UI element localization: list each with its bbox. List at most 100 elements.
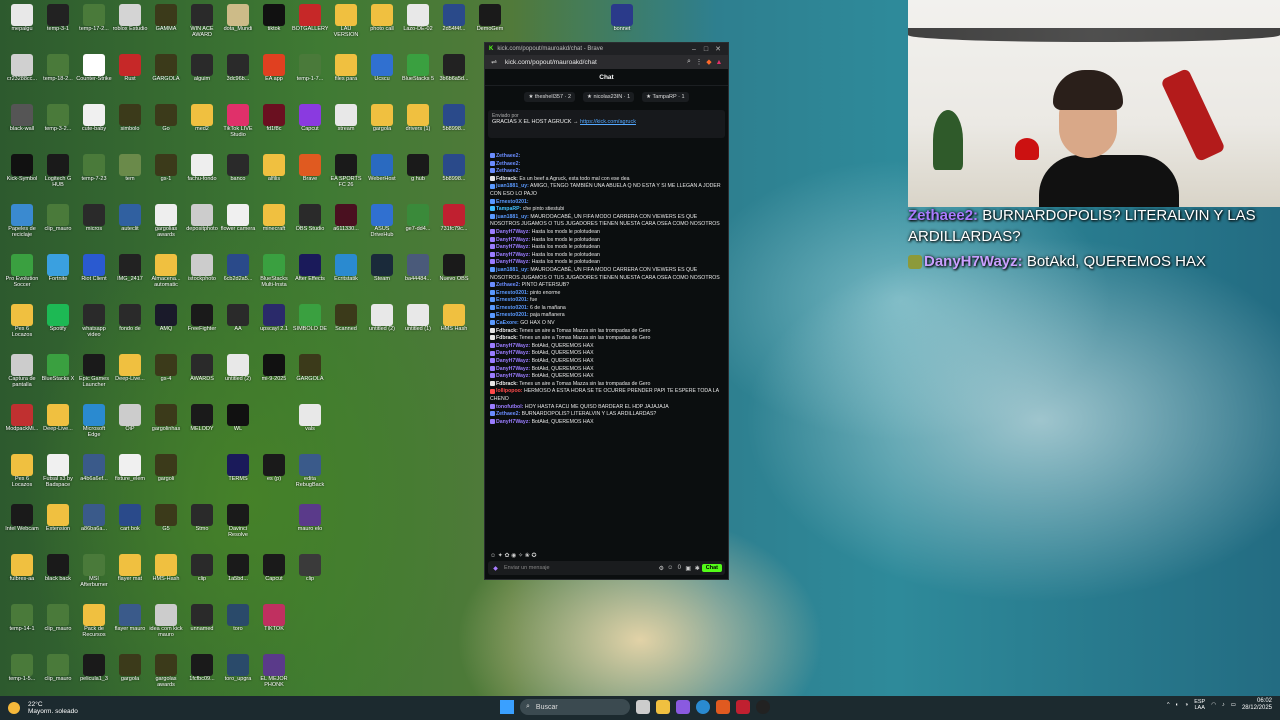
desktop-icon[interactable]: alfilis	[256, 154, 292, 188]
desktop-icon[interactable]: AWARDS	[184, 354, 220, 388]
desktop-icon[interactable]: whatsapp video	[76, 304, 112, 338]
desktop-icon[interactable]: banco	[220, 154, 256, 188]
zoom-icon[interactable]: ⌕	[684, 58, 694, 66]
minimize-icon[interactable]: –	[688, 46, 700, 53]
desktop-icon[interactable]: Brave	[292, 154, 328, 188]
chat-message[interactable]: Ernesto0201: pinto enorme	[485, 290, 726, 298]
brave-rewards-icon[interactable]: ▲	[714, 59, 724, 66]
desktop-icon[interactable]: Fortnite	[40, 254, 76, 288]
url-text[interactable]: kick.com/popout/mauroakd/chat	[505, 59, 684, 66]
desktop-icon[interactable]: Deep-Live...	[112, 354, 148, 388]
desktop-icon[interactable]: temp-3-1	[40, 4, 76, 38]
share-icon[interactable]: ⋮	[694, 58, 704, 66]
desktop-icon[interactable]: dota_Mundi	[220, 4, 256, 38]
chat-message[interactable]: TampaRP: che pinto stiestubi	[485, 206, 726, 214]
desktop-icon[interactable]: Futsal s3 by Badspace	[40, 454, 76, 488]
desktop-icon[interactable]: 1a5bd...	[220, 554, 256, 588]
chat-message[interactable]: Fdbrack: Tenes un aire a Tomas Mazza sin…	[485, 335, 726, 343]
chat-username[interactable]: juan1881_uy:	[496, 267, 529, 273]
desktop-icon[interactable]: FreeFighter	[184, 304, 220, 338]
chat-message[interactable]: Ernesto0201: paja mañanera	[485, 312, 726, 320]
chat-username[interactable]: Zethaee2:	[496, 168, 520, 174]
desktop-icon[interactable]: 3b6b6a5d...	[436, 54, 472, 88]
desktop-icon[interactable]: MSI Afterburner	[76, 554, 112, 588]
chat-message[interactable]: Fdbrack: Tenes un aire a Tomas Mazza sin…	[485, 381, 726, 389]
chat-username[interactable]: Fdbrack:	[496, 176, 518, 182]
desktop-icon[interactable]: bonnet	[604, 4, 640, 38]
chat-message[interactable]: DanyH7Wayz: Hasta los mods le polotudean	[485, 259, 726, 267]
desktop-icon[interactable]: fixture_elem	[112, 454, 148, 488]
desktop-icon[interactable]: untitled (2)	[220, 354, 256, 388]
desktop-icon[interactable]: g hub	[400, 154, 436, 188]
chat-message[interactable]: Zethaee2:	[485, 161, 726, 169]
desktop-icon[interactable]: cute-baby	[76, 104, 112, 138]
gear-icon[interactable]: ✱	[693, 565, 702, 572]
chat-message[interactable]: juan1881_uy: MAUROOACABÉ, UN FIFA MODO C…	[485, 267, 726, 282]
desktop-icon[interactable]: OiP	[112, 404, 148, 438]
chat-message[interactable]: Ernesto0201: 6 de la mañana	[485, 305, 726, 313]
chat-message[interactable]: DanyH7Wayz: BotAkd, QUEREMOS HAX	[485, 343, 726, 351]
desktop-icon[interactable]: temp-14-1	[4, 604, 40, 638]
desktop-icon[interactable]: tem	[112, 154, 148, 188]
desktop-icon[interactable]: Deep-Live...	[40, 404, 76, 438]
desktop-icon[interactable]: Capcut	[256, 554, 292, 588]
chat-username[interactable]: Ernesto0201:	[496, 312, 529, 318]
desktop-icon[interactable]: WeberHost	[364, 154, 400, 188]
chat-username[interactable]: CaExore:	[496, 320, 519, 326]
desktop-icon[interactable]: files para	[328, 54, 364, 88]
volume-icon[interactable]: ◑	[1185, 702, 1188, 708]
desktop-icon[interactable]: GARGOLA	[292, 354, 328, 388]
desktop-icon[interactable]: Rust	[112, 54, 148, 88]
desktop-icon[interactable]: a611330...	[328, 204, 364, 238]
wifi-icon[interactable]: ◠	[1211, 702, 1216, 708]
desktop-icon[interactable]: fulbres-aa	[4, 554, 40, 588]
desktop-icon[interactable]: pelicula1_3	[76, 654, 112, 688]
chat-message[interactable]: juan1881_uy: MAUROOACABÉ, UN FIFA MODO C…	[485, 214, 726, 229]
chat-username[interactable]: Ernesto0201:	[496, 290, 529, 296]
maximize-icon[interactable]: □	[700, 46, 712, 53]
desktop-icon[interactable]: alguim	[184, 54, 220, 88]
desktop-icon[interactable]: flayer mat	[112, 554, 148, 588]
chat-username[interactable]: DanyH7Wayz:	[496, 358, 530, 364]
chat-username[interactable]: juan1881_uy:	[496, 214, 529, 220]
desktop-icon[interactable]: Stmo	[184, 504, 220, 538]
desktop-icon[interactable]: Pes 6 Locazos	[4, 454, 40, 488]
desktop-icon[interactable]: cart bok	[112, 504, 148, 538]
desktop-icon[interactable]: untitled (2)	[364, 304, 400, 338]
chat-username[interactable]: Zethaee2:	[496, 153, 520, 159]
desktop-icon[interactable]: BOTGALLERY	[292, 4, 328, 38]
desktop-icon[interactable]: Papeles de reciclaje	[4, 204, 40, 238]
desktop-icon[interactable]: gs-4	[148, 354, 184, 388]
desktop-icon[interactable]: fd1f8c	[256, 104, 292, 138]
desktop-icon[interactable]: temp-7-23	[76, 154, 112, 188]
clock[interactable]: 06:02 28/12/2025	[1242, 698, 1272, 712]
chat-username[interactable]: Ernesto0201:	[496, 305, 529, 311]
site-settings-icon[interactable]: ⇌	[489, 58, 499, 66]
desktop-icon[interactable]: temp-18-2...	[40, 54, 76, 88]
chat-username[interactable]: TampaRP:	[496, 206, 521, 212]
desktop-icon[interactable]: clip_mauro	[40, 604, 76, 638]
desktop-icon[interactable]: 5b8998...	[436, 104, 472, 138]
task-view-icon[interactable]	[636, 700, 650, 714]
desktop-icon[interactable]: 2d54f4f...	[436, 4, 472, 38]
desktop-icon[interactable]: DemoGem	[472, 4, 508, 38]
network-icon[interactable]: ◐	[1176, 702, 1179, 708]
chat-username[interactable]: Zethaee2:	[496, 411, 520, 417]
desktop-icon[interactable]: clip_mauro	[40, 654, 76, 688]
desktop-icon[interactable]: gargoli	[148, 454, 184, 488]
desktop-icon[interactable]: Captura de pantalla	[4, 354, 40, 388]
windows-start-icon[interactable]	[500, 700, 514, 714]
desktop-icon[interactable]: Spotify	[40, 304, 76, 338]
chat-username[interactable]: Fdbrack:	[496, 328, 518, 334]
desktop-icon[interactable]: untitled (1)	[400, 304, 436, 338]
chat-username[interactable]: tonofutbol:	[496, 404, 523, 410]
desktop-icon[interactable]: ba44484...	[400, 254, 436, 288]
speaker-icon[interactable]: ♪	[1222, 702, 1225, 708]
chat-username[interactable]: DanyH7Wayz:	[496, 366, 530, 372]
desktop-icon[interactable]: edita RebugBack	[292, 454, 328, 488]
desktop-icon[interactable]: SIMBOLO DE	[292, 304, 328, 338]
desktop-icon[interactable]: drivers (1)	[400, 104, 436, 138]
chat-message[interactable]: Fdbrack: Tenes un aire a Tomas Mazza sin…	[485, 328, 726, 336]
desktop-icon[interactable]: GARGOLA	[148, 54, 184, 88]
desktop-icon[interactable]: EL MEJOR PHONK	[256, 654, 292, 688]
